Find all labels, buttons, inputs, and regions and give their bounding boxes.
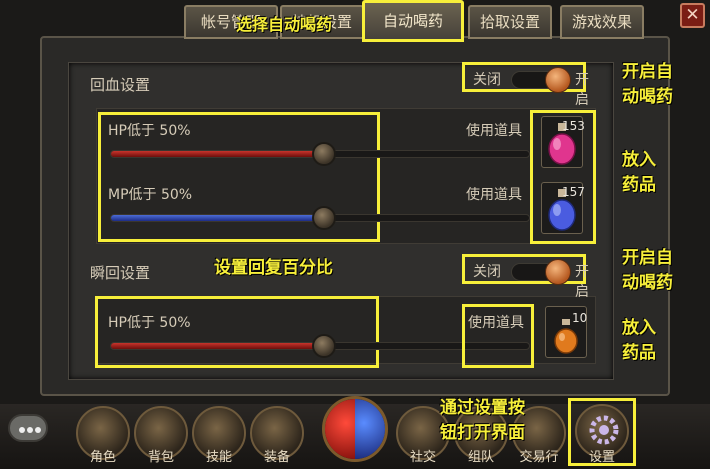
instant-potion-slot[interactable]: 10 xyxy=(545,306,587,358)
annotation-line: 开启自 xyxy=(622,62,673,82)
toggle-knob[interactable] xyxy=(545,67,571,93)
hp-toggle[interactable]: 关闭 开启 xyxy=(462,62,589,108)
instant-hp-label: HP低于 50% xyxy=(108,315,191,331)
toggle-knob[interactable] xyxy=(545,259,571,285)
annotation-line: 通过设置按 xyxy=(440,398,525,418)
dots-icon xyxy=(19,427,41,433)
character-button-label: 角色 xyxy=(89,450,116,465)
hp-potion-count: 153 xyxy=(562,119,585,133)
instant-toggle[interactable]: 关闭 开启 xyxy=(462,254,589,300)
instant-potion-count: 10 xyxy=(572,311,588,325)
annotation-line: 开启自 xyxy=(622,248,673,268)
toggle-off-label: 关闭 xyxy=(473,264,501,280)
hp-orb-half xyxy=(325,399,355,459)
annotation-line: 药品 xyxy=(622,175,656,195)
toggle-off-label: 关闭 xyxy=(473,72,501,88)
toggle-on-label: 开启 xyxy=(575,72,589,108)
hp-slider-fill xyxy=(111,151,320,157)
trade-button-label: 交易行 xyxy=(519,450,559,465)
instant-item-label: 使用道具 xyxy=(468,315,524,331)
hp-threshold-label: HP低于 50% xyxy=(108,123,191,139)
annotation-line: 钮打开界面 xyxy=(440,423,525,443)
mp-slider-fill xyxy=(111,215,320,221)
hp-slider-knob[interactable] xyxy=(312,142,336,166)
chat-bubble-icon[interactable] xyxy=(8,414,48,442)
slider-group-highlight xyxy=(95,296,379,368)
instant-hp-slider-fill xyxy=(111,343,320,349)
instant-hp-slider-knob[interactable] xyxy=(312,334,336,358)
mp-potion-count: 157 xyxy=(562,185,585,199)
annotation-enable-2: 开启自 动喝药 xyxy=(622,246,673,296)
settings-button-label: 设置 xyxy=(588,450,615,465)
skill-button-label: 技能 xyxy=(205,450,232,465)
annotation-line: 放入 xyxy=(622,318,656,338)
annotation-set-percent: 设置回复百分比 xyxy=(214,258,333,278)
team-button-label: 组队 xyxy=(467,450,494,465)
mp-potion-slot[interactable]: 157 xyxy=(541,182,585,234)
annotation-line: 动喝药 xyxy=(622,87,673,107)
hp-potion-slot[interactable]: 153 xyxy=(541,116,585,168)
hp-item-label: 使用道具 xyxy=(466,123,522,139)
annotation-line: 药品 xyxy=(622,343,656,363)
equipment-button-label: 装备 xyxy=(263,450,290,465)
mp-threshold-label: MP低于 50% xyxy=(108,187,193,203)
instant-section-title: 瞬回设置 xyxy=(90,264,151,282)
annotation-place-2: 放入 药品 xyxy=(622,316,656,366)
mp-item-label: 使用道具 xyxy=(466,187,522,203)
hp-mp-orb xyxy=(322,396,388,462)
annotation-open-settings: 通过设置按 钮打开界面 xyxy=(440,396,525,446)
annotation-line: 放入 xyxy=(622,150,656,170)
bag-button-label: 背包 xyxy=(147,450,174,465)
close-icon[interactable]: ✕ xyxy=(680,3,705,28)
annotation-line: 动喝药 xyxy=(622,273,673,293)
tab-game-effects[interactable]: 游戏效果 xyxy=(560,5,644,39)
annotation-place-1: 放入 药品 xyxy=(622,148,656,198)
annotation-enable-1: 开启自 动喝药 xyxy=(622,60,673,110)
mp-orb-half xyxy=(355,399,385,459)
mp-slider-knob[interactable] xyxy=(312,206,336,230)
social-button-label: 社交 xyxy=(409,450,436,465)
annotation-select-tab: 选择自动喝药 xyxy=(236,15,333,34)
toggle-on-label: 开启 xyxy=(575,264,589,300)
tab-loot[interactable]: 拾取设置 xyxy=(468,5,552,39)
hp-section-title: 回血设置 xyxy=(90,76,151,94)
tab-auto-potion[interactable]: 自动喝药 xyxy=(362,0,464,42)
